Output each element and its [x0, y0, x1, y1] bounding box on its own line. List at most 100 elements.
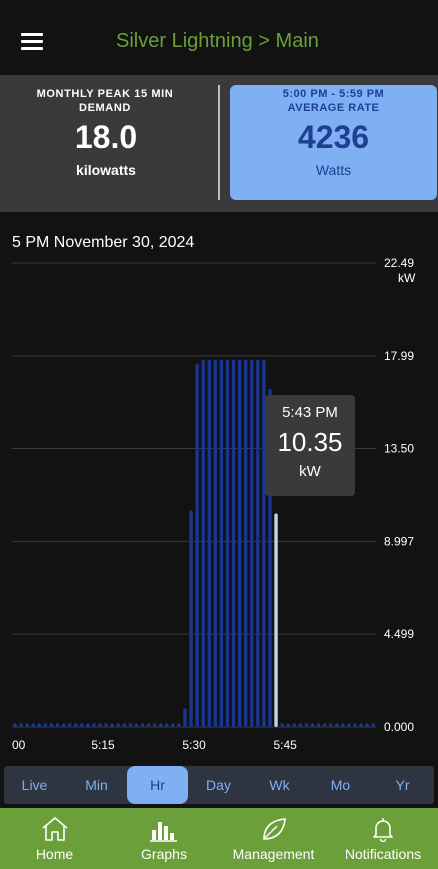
- nav-management[interactable]: Management: [219, 808, 328, 869]
- bell-icon: [368, 816, 398, 847]
- range-min-button[interactable]: Min: [66, 766, 127, 804]
- y-tick-label: 17.99: [384, 349, 414, 363]
- peak-unit: kilowatts: [76, 162, 136, 178]
- bar[interactable]: [128, 723, 133, 727]
- average-rate-card: 5:00 PM - 5:59 PM AVERAGE RATE 4236 Watt…: [230, 85, 437, 200]
- bar[interactable]: [104, 723, 108, 727]
- range-hr-button[interactable]: Hr: [127, 766, 188, 804]
- power-chart[interactable]: 22.49 17.99 13.50 8.997 4.499 0.000 kW 00 5:15 5:…: [0, 212, 438, 767]
- range-live-button[interactable]: Live: [4, 766, 65, 804]
- bar[interactable]: [219, 359, 224, 727]
- rate-time-range: 5:00 PM - 5:59 PM: [282, 88, 385, 100]
- nav-home[interactable]: Home: [0, 808, 109, 869]
- bar[interactable]: [316, 723, 321, 727]
- bar[interactable]: [74, 723, 78, 727]
- range-wk-button[interactable]: Wk: [249, 766, 310, 804]
- chart-tooltip: 5:43 PM 10.35 kW: [265, 395, 355, 496]
- y-unit-label: kW: [398, 271, 416, 285]
- bar[interactable]: [365, 723, 369, 727]
- bar[interactable]: [304, 723, 309, 727]
- hamburger-icon[interactable]: [21, 33, 43, 50]
- bar[interactable]: [335, 723, 339, 727]
- bar[interactable]: [171, 723, 175, 727]
- bottom-nav: Home Graphs Management Notifications: [0, 808, 438, 869]
- bar[interactable]: [243, 359, 248, 727]
- time-range-selector: Live Min Hr Day Wk Mo Yr: [4, 766, 434, 804]
- bar[interactable]: [207, 359, 211, 727]
- bar[interactable]: [98, 723, 102, 727]
- bar[interactable]: [67, 723, 72, 727]
- bar[interactable]: [286, 723, 290, 727]
- chart-date: 5 PM November 30, 2024: [12, 234, 195, 251]
- range-yr-button[interactable]: Yr: [371, 766, 434, 804]
- peak-label: MONTHLY PEAK 15 MIN DEMAND: [36, 88, 174, 114]
- bar[interactable]: [25, 723, 29, 727]
- bar-highlighted[interactable]: [274, 513, 278, 727]
- bar[interactable]: [13, 723, 17, 727]
- bar[interactable]: [152, 723, 157, 727]
- bar[interactable]: [146, 723, 151, 727]
- monthly-peak-card: MONTHLY PEAK 15 MIN DEMAND 18.0 kilowatt…: [0, 75, 212, 212]
- bar[interactable]: [80, 723, 84, 727]
- bar[interactable]: [341, 723, 345, 727]
- bar[interactable]: [237, 359, 242, 727]
- tooltip-value: 10.35: [277, 427, 343, 457]
- bar[interactable]: [177, 723, 181, 727]
- bar[interactable]: [37, 723, 42, 727]
- range-day-button[interactable]: Day: [188, 766, 249, 804]
- bar[interactable]: [49, 723, 54, 727]
- bar[interactable]: [165, 723, 169, 727]
- y-tick-label: 0.000: [384, 720, 414, 734]
- bar[interactable]: [31, 723, 35, 727]
- bar[interactable]: [371, 723, 375, 727]
- bar[interactable]: [322, 723, 327, 727]
- bar[interactable]: [280, 723, 284, 727]
- x-tick-label: 5:30: [182, 738, 206, 752]
- bar[interactable]: [92, 723, 96, 727]
- bar[interactable]: [140, 723, 145, 727]
- rate-unit: Watts: [315, 162, 352, 178]
- bar[interactable]: [359, 723, 363, 727]
- rate-value: 4236: [297, 119, 370, 155]
- nav-label: Management: [232, 846, 315, 862]
- y-tick-label: 22.49: [384, 256, 414, 270]
- bar[interactable]: [201, 359, 205, 727]
- bar[interactable]: [86, 723, 90, 727]
- bar[interactable]: [122, 723, 126, 727]
- range-mo-button[interactable]: Mo: [310, 766, 371, 804]
- top-bar: Silver Lightning > Main: [0, 0, 438, 75]
- chart-area: 22.49 17.99 13.50 8.997 4.499 0.000 kW 00 5:15 5:…: [0, 212, 438, 767]
- nav-graphs[interactable]: Graphs: [110, 808, 219, 869]
- bar[interactable]: [189, 510, 193, 727]
- bar[interactable]: [134, 723, 139, 727]
- bar[interactable]: [159, 723, 163, 727]
- home-icon: [40, 816, 70, 847]
- bar[interactable]: [61, 723, 66, 727]
- bar[interactable]: [328, 723, 333, 727]
- y-tick-label: 4.499: [384, 627, 414, 641]
- bar[interactable]: [353, 723, 357, 727]
- nav-notifications[interactable]: Notifications: [329, 808, 438, 869]
- rate-label: AVERAGE RATE: [287, 102, 380, 114]
- bar[interactable]: [195, 363, 199, 727]
- bar[interactable]: [110, 723, 114, 727]
- y-tick-label: 13.50: [384, 441, 414, 455]
- bar[interactable]: [250, 359, 254, 727]
- tooltip-time: 5:43 PM: [282, 404, 338, 421]
- bar[interactable]: [55, 723, 60, 727]
- bar[interactable]: [213, 359, 218, 727]
- nav-label: Home: [35, 846, 74, 862]
- bar[interactable]: [183, 708, 187, 727]
- bar[interactable]: [225, 359, 230, 727]
- bar[interactable]: [43, 723, 48, 727]
- y-tick-label: 8.997: [384, 534, 414, 548]
- bar[interactable]: [116, 723, 120, 727]
- bar[interactable]: [298, 723, 303, 727]
- bar[interactable]: [292, 723, 296, 727]
- bar[interactable]: [347, 723, 351, 727]
- page-title: Silver Lightning > Main: [116, 30, 319, 52]
- bar[interactable]: [310, 723, 315, 727]
- bar[interactable]: [256, 359, 260, 727]
- bar[interactable]: [19, 723, 23, 727]
- bar[interactable]: [231, 359, 236, 727]
